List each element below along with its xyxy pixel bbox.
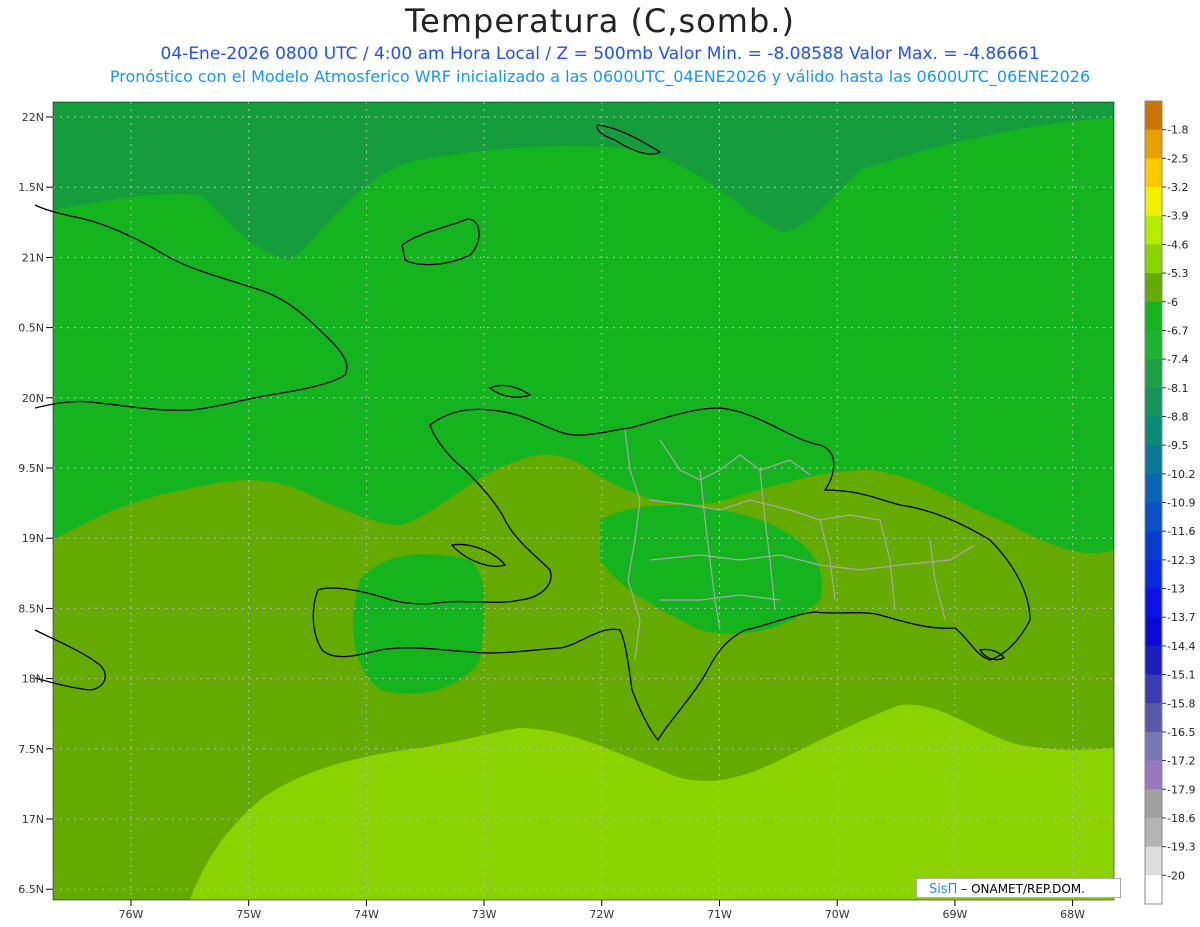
colorbar-swatch: [1145, 502, 1162, 532]
colorbar-label: -5.3: [1167, 267, 1188, 280]
colorbar-label: -3.9: [1167, 210, 1188, 223]
colorbar-label: -8.1: [1167, 382, 1188, 395]
colorbar-swatch: [1145, 445, 1162, 475]
colorbar-swatch: [1145, 158, 1162, 188]
lat-label: 0.5N: [18, 322, 44, 335]
lon-label: 72W: [589, 908, 614, 921]
colorbar-label: -19.3: [1167, 841, 1195, 854]
colorbar-swatch: [1145, 588, 1162, 618]
colorbar-label: -1.8: [1167, 124, 1188, 137]
sispi-logo: SisΠ: [929, 882, 958, 897]
lat-label: 8.5N: [18, 602, 44, 615]
field-green-island-haiti: [352, 554, 485, 694]
colorbar-label: -20: [1167, 869, 1185, 882]
lon-label: 70W: [825, 908, 850, 921]
lon-label: 75W: [236, 908, 261, 921]
colorbar: -1.8 -2.5 -3.2 -3.9 -4.6 -5.3 -6 -6.7 -7.4 -8.1 -8…: [1144, 100, 1195, 905]
colorbar-swatch: [1145, 187, 1162, 217]
colorbar-swatch: [1145, 559, 1162, 590]
colorbar-swatch: [1145, 760, 1162, 790]
colorbar-swatch: [1145, 359, 1162, 389]
colorbar-swatch: [1145, 273, 1162, 303]
colorbar-swatch: [1145, 703, 1162, 733]
lat-label: 1.5N: [18, 181, 44, 194]
credit-text: – ONAMET/REP.DOM.: [961, 882, 1085, 896]
lat-label: 6.5N: [18, 883, 44, 896]
colorbar-swatch: [1145, 617, 1162, 647]
lat-label: 9.5N: [18, 462, 44, 475]
lat-label: 18N: [22, 673, 44, 686]
colorbar-swatch: [1145, 645, 1162, 676]
colorbar-label: -6.7: [1167, 324, 1188, 337]
colorbar-label: -3.2: [1167, 181, 1188, 194]
credit-box: SisΠ – ONAMET/REP.DOM.: [916, 878, 1121, 898]
colorbar-label: -12.3: [1167, 554, 1195, 567]
colorbar-label: -15.8: [1167, 697, 1195, 710]
colorbar-label: -17.2: [1167, 755, 1195, 768]
colorbar-label: -14.4: [1167, 640, 1195, 653]
colorbar-label: -15.1: [1167, 669, 1195, 682]
colorbar-label: -18.6: [1167, 812, 1195, 825]
colorbar-swatch: [1145, 674, 1162, 704]
lon-label: 73W: [472, 908, 497, 921]
colorbar-swatch: [1145, 301, 1162, 331]
colorbar-swatch: [1145, 817, 1162, 848]
colorbar-label: -10.2: [1167, 468, 1195, 481]
colorbar-label: -8.8: [1167, 410, 1188, 423]
temperature-map: 22N 1.5N 21N 0.5N 20N 9.5N 19N 8.5N 18N 7.5N 17N 6.…: [18, 100, 1195, 921]
colorbar-swatch: [1145, 875, 1162, 905]
lon-label: 69W: [942, 908, 967, 921]
colorbar-label: -9.5: [1167, 439, 1188, 452]
colorbar-label: -11.6: [1167, 525, 1195, 538]
colorbar-swatch: [1145, 244, 1162, 274]
lat-label: 17N: [22, 813, 44, 826]
colorbar-swatch: [1145, 846, 1162, 876]
colorbar-swatch: [1145, 473, 1162, 503]
lon-label: 68W: [1060, 908, 1085, 921]
lat-label: 7.5N: [18, 743, 44, 756]
colorbar-swatch: [1145, 215, 1162, 245]
colorbar-label: -2.5: [1167, 152, 1188, 165]
colorbar-label: -4.6: [1167, 238, 1188, 251]
colorbar-swatch: [1145, 531, 1162, 561]
lat-label: 20N: [22, 392, 44, 405]
colorbar-swatch: [1145, 101, 1162, 131]
colorbar-label: -17.9: [1167, 783, 1195, 796]
latitude-labels: 22N 1.5N 21N 0.5N 20N 9.5N 19N 8.5N 18N 7.5N 17N 6.…: [18, 111, 53, 896]
colorbar-swatch: [1145, 330, 1162, 360]
colorbar-swatch: [1145, 789, 1162, 819]
lat-label: 19N: [22, 532, 44, 545]
colorbar-swatch: [1145, 387, 1162, 417]
colorbar-label: -7.4: [1167, 353, 1188, 366]
lat-label: 21N: [22, 251, 44, 264]
colorbar-label: -16.5: [1167, 726, 1195, 739]
colorbar-swatch: [1145, 416, 1162, 446]
colorbar-label: -10.9: [1167, 497, 1195, 510]
lat-label: 22N: [22, 111, 44, 124]
lon-label: 71W: [707, 908, 732, 921]
lon-label: 74W: [354, 908, 379, 921]
colorbar-label: -13.7: [1167, 611, 1195, 624]
colorbar-label: -6: [1167, 296, 1178, 309]
lon-label: 76W: [119, 908, 144, 921]
colorbar-label: -13: [1167, 583, 1185, 596]
colorbar-swatch: [1145, 129, 1162, 159]
longitude-labels: 76W 75W 74W 73W 72W 71W 70W 69W 68W: [119, 900, 1085, 921]
colorbar-swatch: [1145, 731, 1162, 762]
